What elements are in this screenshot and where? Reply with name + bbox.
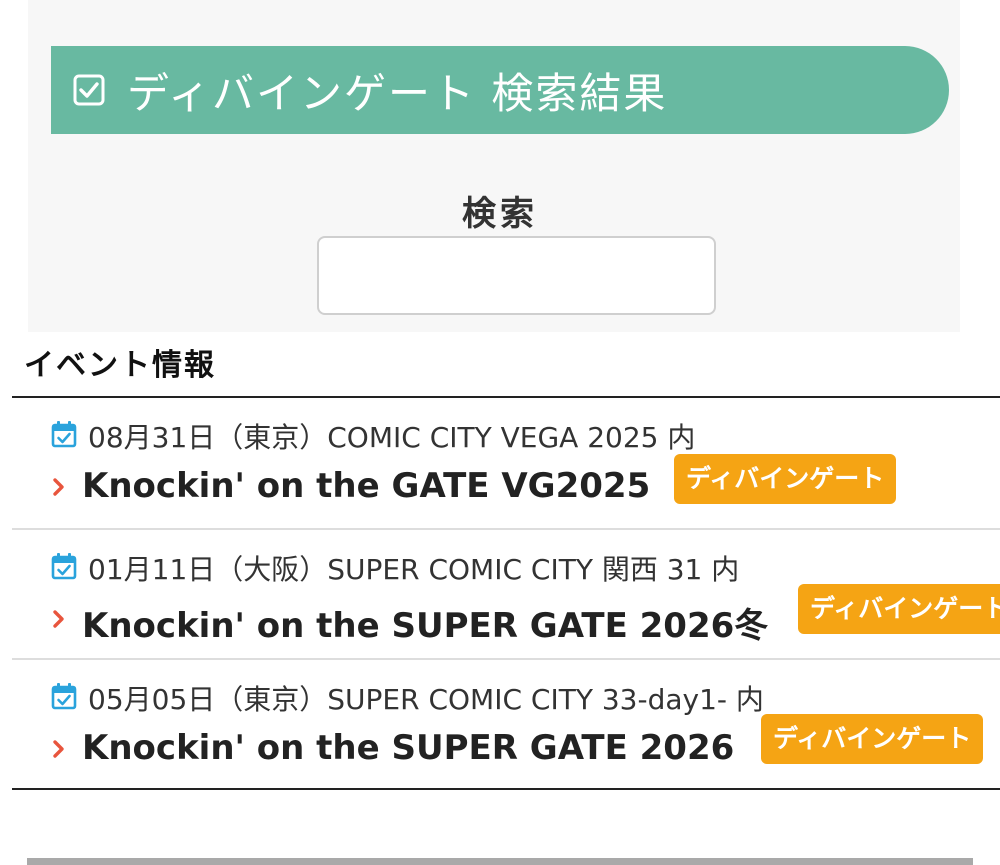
chevron-right-icon xyxy=(53,610,64,628)
calendar-check-icon xyxy=(51,421,77,448)
calendar-check-icon xyxy=(51,553,77,580)
checkbox-icon xyxy=(73,74,105,106)
bottom-divider xyxy=(27,858,973,865)
event-date: 05月05日（東京）SUPER COMIC CITY 33-day1- 内 xyxy=(88,683,764,716)
event-item[interactable]: 01月11日（大阪）SUPER COMIC CITY 関西 31 内 Knock… xyxy=(12,528,1000,658)
event-link[interactable]: Knockin' on the SUPER GATE 2026冬 xyxy=(82,598,768,647)
event-list: 08月31日（東京）COMIC CITY VEGA 2025 内 Knockin… xyxy=(12,396,1000,790)
event-link[interactable]: Knockin' on the SUPER GATE 2026 xyxy=(82,728,734,768)
event-date: 01月11日（大阪）SUPER COMIC CITY 関西 31 内 xyxy=(88,553,740,586)
event-item[interactable]: 05月05日（東京）SUPER COMIC CITY 33-day1- 内 Kn… xyxy=(12,658,1000,788)
chevron-right-icon xyxy=(53,478,64,496)
category-badge[interactable]: ディバインゲート xyxy=(674,454,897,504)
event-link[interactable]: Knockin' on the GATE VG2025 xyxy=(82,466,650,506)
page-title-bar: ディバインゲート 検索結果 xyxy=(51,46,949,134)
category-badge[interactable]: ディバインゲート xyxy=(761,714,984,764)
search-label: 検索 xyxy=(462,194,538,234)
search-input[interactable] xyxy=(317,236,716,315)
calendar-check-icon xyxy=(51,683,77,710)
category-badge[interactable]: ディバインゲート xyxy=(798,584,1000,634)
chevron-right-icon xyxy=(53,740,64,758)
event-date: 08月31日（東京）COMIC CITY VEGA 2025 内 xyxy=(88,421,696,454)
section-title-events: イベント情報 xyxy=(24,348,216,383)
event-item[interactable]: 08月31日（東京）COMIC CITY VEGA 2025 内 Knockin… xyxy=(12,398,1000,528)
page-title: ディバインゲート 検索結果 xyxy=(127,68,668,118)
